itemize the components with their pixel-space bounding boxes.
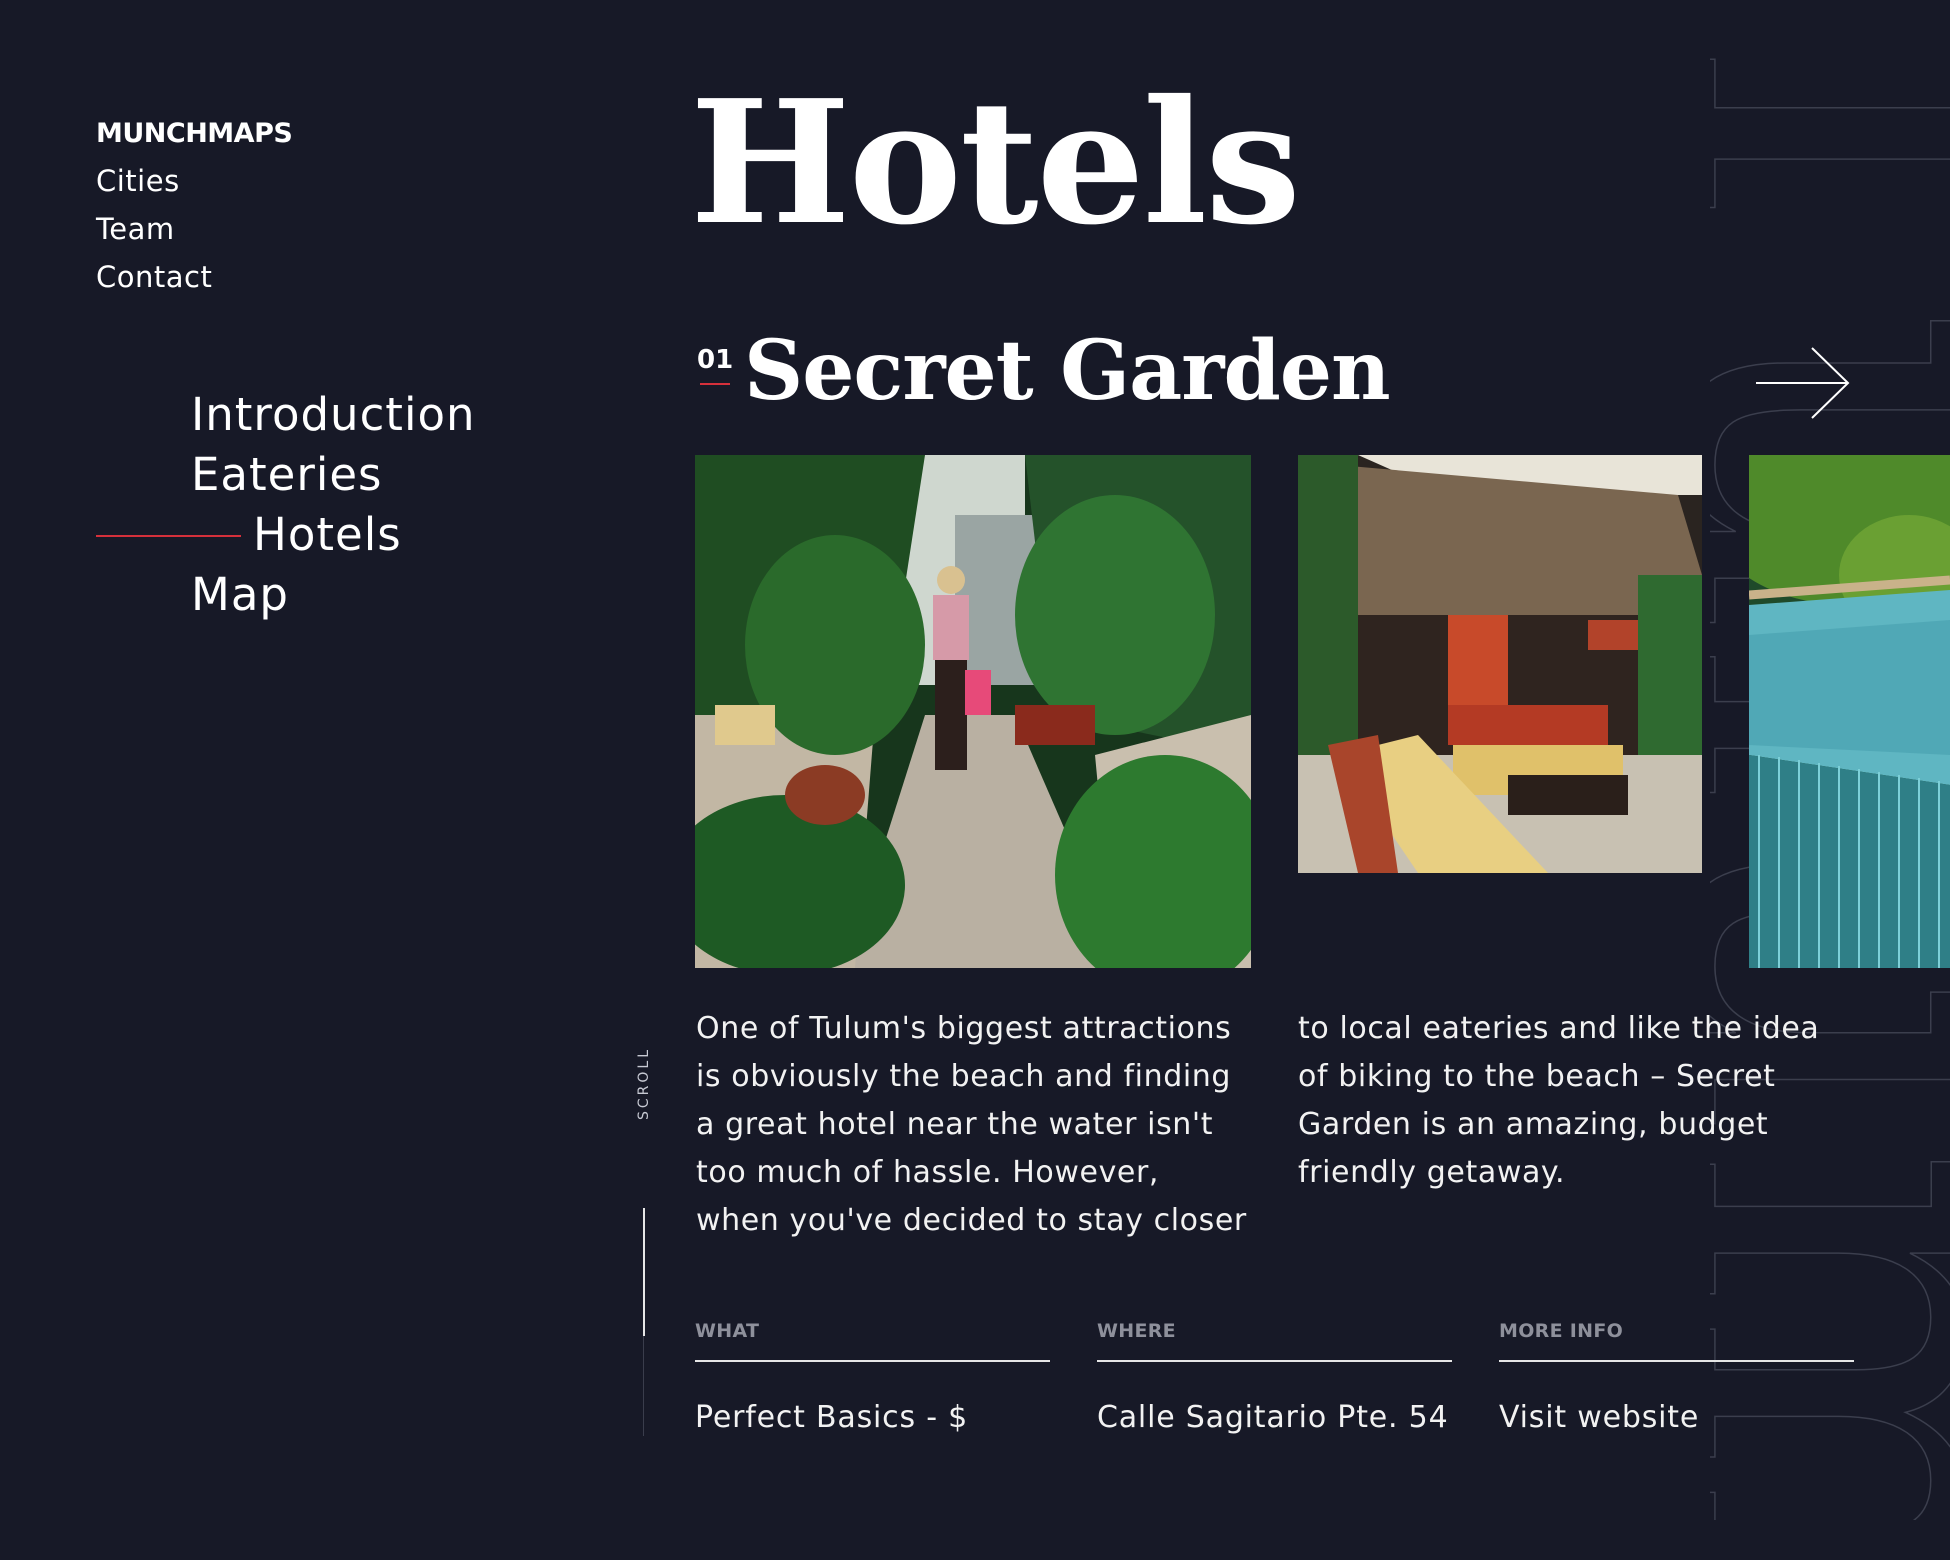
scroll-label: SCROLL — [636, 1046, 652, 1120]
nav-link-cities[interactable]: Cities — [96, 164, 180, 198]
info-what-label: WHAT — [695, 1320, 1050, 1362]
section-link-map[interactable]: Map — [191, 568, 289, 621]
item-number-underline — [700, 383, 730, 385]
info-more: MORE INFO Visit website — [1499, 1320, 1854, 1435]
active-section-indicator — [96, 535, 241, 537]
info-where-value: Calle Sagitario Pte. 54 — [1097, 1400, 1449, 1435]
nav-link-team[interactable]: Team — [96, 212, 175, 246]
scroll-track — [643, 1336, 644, 1436]
garden-path-photo[interactable] — [695, 455, 1251, 968]
brand-logo[interactable]: MUNCHMAPS — [96, 118, 293, 149]
info-what-value: Perfect Basics - $ — [695, 1400, 969, 1435]
item-description-column-2: to local eateries and like the idea of b… — [1298, 1011, 1820, 1190]
scroll-progress-bar[interactable] — [643, 1208, 645, 1336]
section-link-hotels-active[interactable]: Hotels — [253, 508, 402, 561]
info-what: WHAT Perfect Basics - $ — [695, 1320, 1050, 1435]
thatched-cabin-patio-photo[interactable] — [1298, 455, 1702, 873]
item-title: Secret Garden — [744, 323, 1391, 419]
page-title: Hotels — [690, 63, 1301, 263]
section-link-introduction[interactable]: Introduction — [191, 388, 476, 441]
info-more-label: MORE INFO — [1499, 1320, 1854, 1362]
info-where: WHERE Calle Sagitario Pte. 54 — [1097, 1320, 1452, 1435]
section-link-eateries[interactable]: Eateries — [191, 448, 382, 501]
item-description-column-1: One of Tulum's biggest attractions is ob… — [696, 1011, 1247, 1238]
arrow-right-icon[interactable] — [1754, 346, 1852, 420]
nav-link-contact[interactable]: Contact — [96, 260, 212, 294]
turquoise-hammock-photo[interactable] — [1749, 455, 1950, 968]
info-where-label: WHERE — [1097, 1320, 1452, 1362]
info-more-value: Visit website — [1499, 1400, 1854, 1435]
item-number: 01 — [697, 345, 734, 375]
visit-website-link[interactable]: Visit website — [1499, 1400, 1699, 1435]
